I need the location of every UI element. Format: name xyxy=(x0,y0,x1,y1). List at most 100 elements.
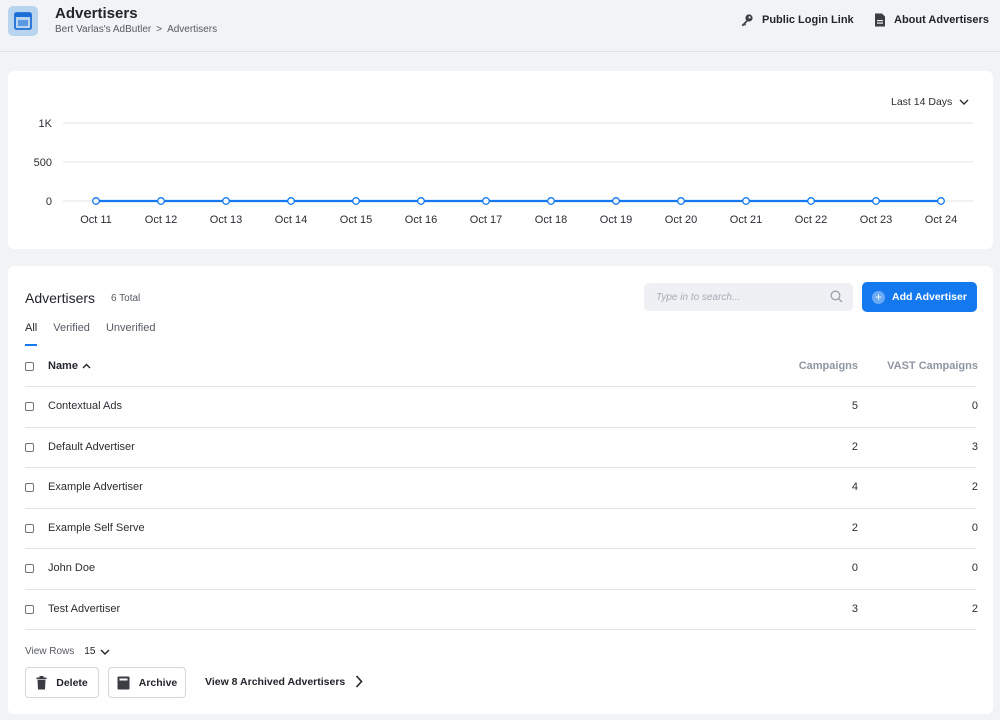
x-tick-label: Oct 18 xyxy=(535,214,567,226)
select-all-checkbox[interactable] xyxy=(25,362,34,371)
row-checkbox[interactable] xyxy=(25,442,34,452)
archive-label: Archive xyxy=(138,676,178,689)
table-row: John Doe 0 0 xyxy=(25,549,978,590)
data-point xyxy=(287,197,295,205)
advertiser-name[interactable]: John Doe xyxy=(48,562,95,574)
delete-label: Delete xyxy=(56,676,88,689)
table-row: Example Advertiser 4 2 xyxy=(25,468,978,509)
advertiser-name[interactable]: Example Self Serve xyxy=(48,522,145,534)
data-point xyxy=(547,197,555,205)
advertiser-name[interactable]: Default Advertiser xyxy=(48,441,135,453)
data-point xyxy=(157,197,165,205)
data-point xyxy=(937,197,945,205)
stats-chart-card: Last 14 Days 0 500 1K Oct 11 Oct 12 Oct 13 Oct… xyxy=(8,71,993,249)
breadcrumb-item-account[interactable]: Bert Varlas's AdButler xyxy=(55,24,151,35)
row-checkbox[interactable] xyxy=(25,483,34,492)
column-header-campaigns[interactable]: Campaigns xyxy=(799,360,858,372)
plus-icon: + xyxy=(872,290,886,304)
column-header-name[interactable]: Name xyxy=(48,360,91,372)
y-tick-label: 500 xyxy=(34,157,52,169)
y-tick-label: 0 xyxy=(46,196,52,208)
row-checkbox[interactable] xyxy=(25,523,34,533)
x-tick-label: Oct 16 xyxy=(405,214,437,226)
x-tick-label: Oct 15 xyxy=(340,214,372,226)
table-row: Test Advertiser 3 2 xyxy=(25,590,978,630)
x-tick-label: Oct 14 xyxy=(275,214,307,226)
rows-per-page-select[interactable]: 15 xyxy=(84,646,110,657)
page-title: Advertisers xyxy=(55,5,138,22)
view-rows-control: View Rows 15 xyxy=(25,646,110,657)
rows-per-page-value: 15 xyxy=(84,646,96,657)
add-advertiser-button[interactable]: + Add Advertiser xyxy=(862,282,977,312)
key-icon xyxy=(741,14,753,27)
column-header-vast-campaigns[interactable]: VAST Campaigns xyxy=(887,360,978,372)
data-point xyxy=(677,197,685,205)
table-row: Contextual Ads 5 0 xyxy=(25,387,978,428)
data-point xyxy=(417,197,425,205)
chevron-right-icon xyxy=(356,675,363,688)
archive-button[interactable]: Archive xyxy=(108,667,186,698)
search-input[interactable] xyxy=(644,283,824,311)
tab-all[interactable]: All xyxy=(25,322,38,346)
vast-campaigns-count: 0 xyxy=(971,562,978,574)
data-point xyxy=(872,197,880,205)
x-tick-label: Oct 21 xyxy=(730,214,762,226)
about-advertisers-label: About Advertisers xyxy=(894,14,989,26)
view-rows-label: View Rows xyxy=(25,646,75,657)
total-count: 6 Total xyxy=(111,293,141,304)
advertiser-name[interactable]: Example Advertiser xyxy=(48,481,143,493)
public-login-link[interactable]: Public Login Link xyxy=(740,13,854,27)
campaigns-count: 4 xyxy=(851,481,858,493)
x-tick-label: Oct 13 xyxy=(210,214,242,226)
campaigns-count: 2 xyxy=(851,440,858,453)
table-row: Example Self Serve 2 0 xyxy=(25,509,978,549)
x-tick-label: Oct 20 xyxy=(665,214,697,226)
search-box xyxy=(644,283,853,311)
data-point xyxy=(92,197,100,205)
tab-unverified[interactable]: Unverified xyxy=(106,322,156,346)
data-point xyxy=(807,197,815,205)
campaigns-count: 5 xyxy=(851,400,858,412)
document-icon xyxy=(875,13,885,27)
table-header: Name Campaigns VAST Campaigns xyxy=(25,354,978,387)
archive-icon xyxy=(117,676,130,689)
tab-verified[interactable]: Verified xyxy=(53,322,90,346)
row-checkbox[interactable] xyxy=(25,604,34,614)
table-title: Advertisers xyxy=(25,290,96,306)
data-point xyxy=(222,197,230,205)
x-tick-label: Oct 11 xyxy=(80,214,112,226)
vast-campaigns-count: 0 xyxy=(971,521,978,534)
data-point xyxy=(482,197,490,205)
campaigns-count: 0 xyxy=(851,562,858,574)
search-icon[interactable] xyxy=(830,290,843,303)
breadcrumb: Bert Varlas's AdButler > Advertisers xyxy=(55,24,217,35)
column-name-label: Name xyxy=(48,360,78,372)
vast-campaigns-count: 2 xyxy=(971,602,978,615)
x-tick-label: Oct 22 xyxy=(795,214,827,226)
page-header: Advertisers Bert Varlas's AdButler > Adver… xyxy=(0,0,1000,52)
add-advertiser-label: Add Advertiser xyxy=(892,291,967,303)
advertiser-name[interactable]: Test Advertiser xyxy=(48,603,120,615)
view-archived-advertisers-link[interactable]: View 8 Archived Advertisers xyxy=(205,675,363,688)
x-tick-label: Oct 17 xyxy=(470,214,502,226)
campaigns-count: 2 xyxy=(851,521,858,534)
row-checkbox[interactable] xyxy=(25,402,34,411)
chevron-down-icon xyxy=(100,649,110,655)
delete-button[interactable]: Delete xyxy=(25,667,99,698)
campaigns-count: 3 xyxy=(851,602,858,615)
x-tick-label: Oct 24 xyxy=(925,214,957,226)
data-point xyxy=(352,197,360,205)
x-tick-label: Oct 19 xyxy=(600,214,632,226)
advertiser-name[interactable]: Contextual Ads xyxy=(48,400,122,412)
x-tick-label: Oct 12 xyxy=(145,214,177,226)
trash-icon xyxy=(36,675,47,689)
line-chart: 0 500 1K Oct 11 Oct 12 Oct 13 Oct 14 Oct 15 Oct … xyxy=(34,118,973,226)
table-row: Default Advertiser 2 3 xyxy=(25,428,978,468)
archived-link-label: View 8 Archived Advertisers xyxy=(205,675,346,688)
row-checkbox[interactable] xyxy=(25,564,34,573)
about-advertisers-link[interactable]: About Advertisers xyxy=(874,13,989,27)
filter-tabs: All Verified Unverified xyxy=(25,322,171,348)
advertisers-app-icon xyxy=(8,6,38,36)
advertisers-table-card: Advertisers 6 Total + Add Advertiser All… xyxy=(8,266,993,714)
vast-campaigns-count: 3 xyxy=(971,440,978,453)
